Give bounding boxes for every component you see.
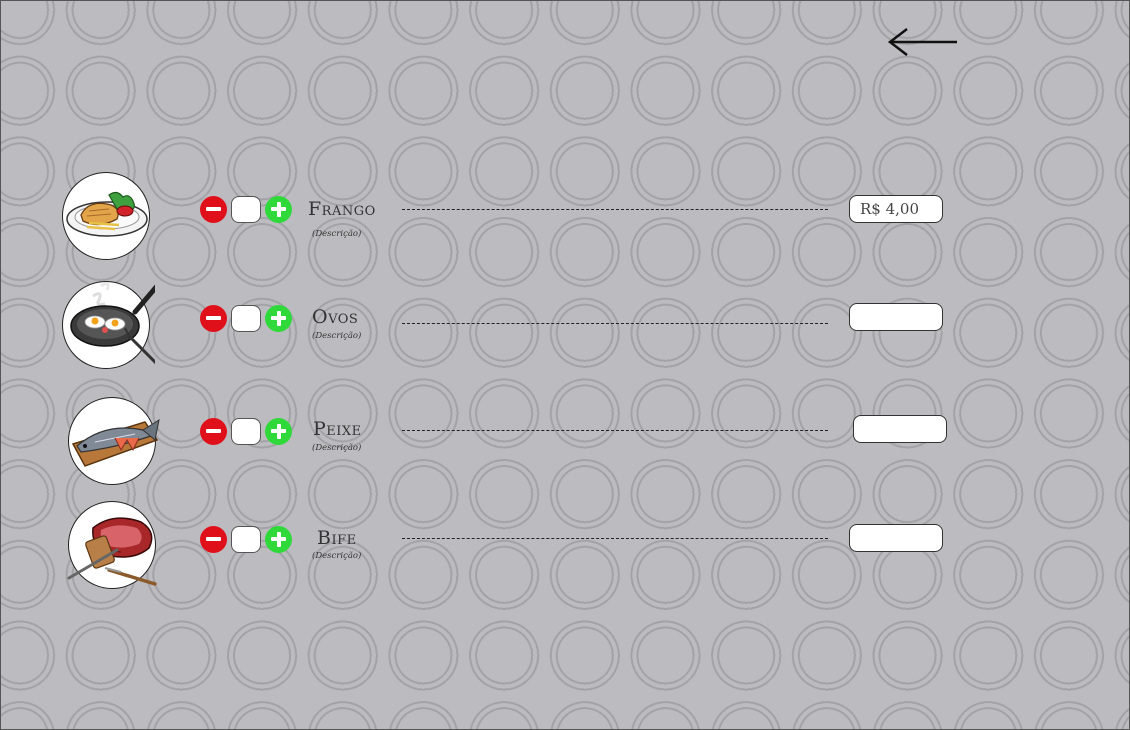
price-field[interactable]	[849, 303, 943, 331]
item-name: Ovos	[312, 306, 359, 328]
fish-board-icon	[68, 397, 160, 485]
quantity-stepper[interactable]	[200, 416, 292, 446]
price-field[interactable]	[849, 524, 943, 552]
item-description: (Descrição)	[312, 443, 362, 453]
quantity-field[interactable]	[231, 417, 261, 445]
dotted-leader	[402, 538, 828, 539]
quantity-field[interactable]	[231, 304, 261, 332]
increase-button[interactable]	[265, 304, 292, 332]
dotted-leader	[402, 209, 828, 210]
decrease-button[interactable]	[200, 417, 227, 445]
eggs-pan-icon	[62, 281, 155, 369]
increase-button[interactable]	[265, 195, 292, 223]
item-name: Bife	[317, 527, 357, 549]
quantity-field[interactable]	[231, 525, 261, 553]
increase-button[interactable]	[265, 525, 292, 553]
quantity-stepper[interactable]	[200, 303, 292, 333]
item-description: (Descrição)	[312, 229, 362, 239]
decrease-button[interactable]	[200, 525, 227, 553]
back-arrow-icon[interactable]	[885, 25, 961, 59]
increase-button[interactable]	[265, 417, 292, 445]
menu-item-row: Frango (Descrição) R$ 4,00	[1, 171, 1130, 271]
chicken-dish-icon	[62, 172, 150, 260]
item-name: Frango	[308, 198, 376, 220]
quantity-stepper[interactable]	[200, 194, 292, 224]
decrease-button[interactable]	[200, 195, 227, 223]
menu-item-row: Bife (Descrição)	[1, 500, 1130, 600]
price-field[interactable]: R$ 4,00	[849, 195, 943, 223]
item-description: (Descrição)	[312, 331, 362, 341]
dotted-leader	[402, 430, 828, 431]
item-description: (Descrição)	[312, 551, 362, 561]
dotted-leader	[402, 323, 828, 324]
quantity-stepper[interactable]	[200, 524, 292, 554]
steak-icon	[67, 501, 157, 589]
price-field[interactable]	[853, 415, 947, 443]
menu-item-row: Peixe (Descrição)	[1, 396, 1130, 496]
quantity-field[interactable]	[231, 195, 261, 223]
menu-item-row: Ovos (Descrição)	[1, 280, 1130, 380]
decrease-button[interactable]	[200, 304, 227, 332]
item-name: Peixe	[313, 418, 362, 440]
